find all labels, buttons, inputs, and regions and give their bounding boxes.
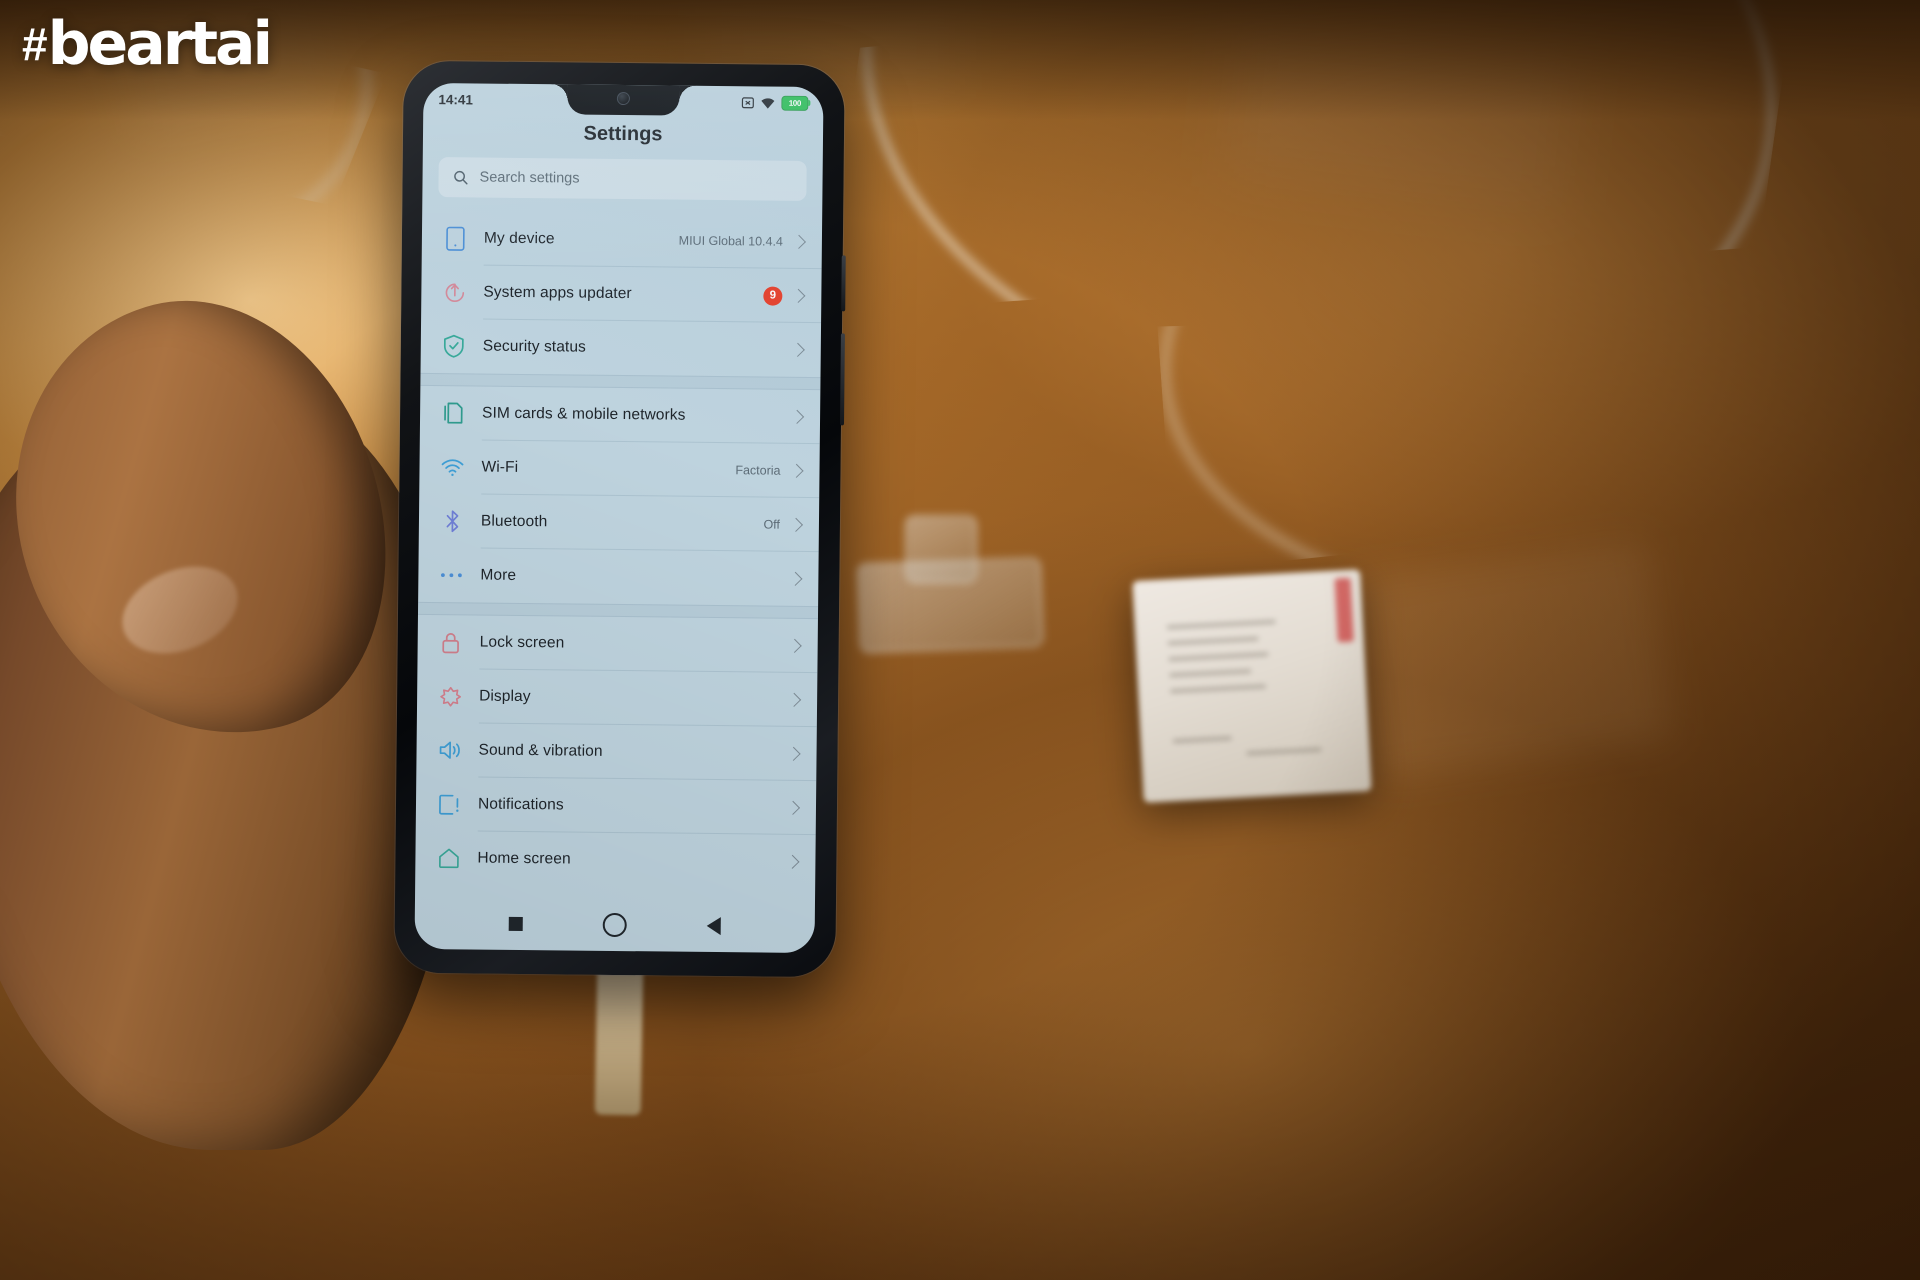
- charging-cable: [594, 964, 644, 1116]
- row-label: My device: [483, 229, 555, 248]
- settings-row-security-status[interactable]: Security status: [421, 319, 822, 377]
- settings-row-display[interactable]: Display: [417, 669, 818, 728]
- row-label: Display: [479, 687, 531, 706]
- chevron-right-icon: [791, 234, 806, 249]
- row-label: Bluetooth: [480, 512, 548, 531]
- notifications-icon: [436, 791, 462, 817]
- home-icon: [435, 845, 461, 871]
- row-label: Sound & vibration: [478, 741, 603, 760]
- status-time: 14:41: [438, 91, 473, 107]
- row-value: MIUI Global 10.4.4: [678, 233, 783, 249]
- smartphone-device: 14:41 100 Settings Search settings My de…: [394, 60, 846, 978]
- wifi-icon: [439, 454, 465, 480]
- settings-group: Lock screen Display Sound & vibration No…: [415, 615, 818, 889]
- watermark-text: beartai: [47, 9, 273, 79]
- power-button[interactable]: [841, 255, 846, 312]
- hash-glyph: #: [22, 18, 48, 70]
- update-count-badge: 9: [763, 285, 783, 306]
- chevron-right-icon: [788, 517, 804, 532]
- bluetooth-icon: [439, 508, 465, 534]
- settings-row-wifi[interactable]: Wi-Fi Factoria: [419, 440, 820, 499]
- row-label: Security status: [482, 337, 587, 356]
- wifi-icon: [761, 97, 775, 109]
- chevron-right-icon: [789, 463, 804, 478]
- sim-cards-icon: [440, 400, 466, 426]
- settings-row-bluetooth[interactable]: Bluetooth Off: [419, 494, 820, 553]
- display-notch: [567, 84, 680, 116]
- settings-row-sound-vibration[interactable]: Sound & vibration: [416, 723, 817, 782]
- search-input[interactable]: Search settings: [438, 157, 807, 201]
- settings-row-lock-screen[interactable]: Lock screen: [417, 615, 818, 674]
- settings-row-my-device[interactable]: My device MIUI Global 10.4.4: [422, 211, 823, 270]
- settings-row-system-apps-updater[interactable]: System apps updater 9: [421, 265, 822, 324]
- shield-check-icon: [441, 333, 467, 359]
- settings-row-more[interactable]: More: [418, 548, 819, 606]
- row-label: Notifications: [477, 795, 564, 814]
- settings-row-sim-cards[interactable]: SIM cards & mobile networks: [420, 386, 821, 445]
- chevron-right-icon: [791, 288, 806, 303]
- phone-outline-icon: [442, 225, 468, 251]
- more-dots-icon: [438, 562, 464, 588]
- nav-home-button[interactable]: [602, 912, 627, 938]
- settings-row-notifications[interactable]: Notifications: [416, 777, 817, 836]
- front-camera-icon: [616, 91, 630, 106]
- brightness-icon: [437, 683, 463, 709]
- row-label: System apps updater: [483, 283, 632, 303]
- status-icons: 100: [741, 95, 809, 111]
- row-label: Home screen: [477, 849, 571, 868]
- nav-back-button[interactable]: [706, 916, 721, 936]
- settings-group: SIM cards & mobile networks Wi-Fi Factor…: [418, 386, 820, 606]
- settings-list[interactable]: My device MIUI Global 10.4.4 System apps…: [415, 211, 822, 901]
- lock-icon: [438, 629, 464, 655]
- row-value: Off: [763, 517, 781, 532]
- background-scene: [0, 0, 1920, 1280]
- navigation-bar[interactable]: [414, 897, 815, 953]
- row-value: Factoria: [735, 463, 781, 478]
- row-label: SIM cards & mobile networks: [482, 404, 686, 424]
- phone-screen: 14:41 100 Settings Search settings My de…: [414, 82, 824, 954]
- no-sim-icon: [741, 96, 754, 108]
- settings-group: My device MIUI Global 10.4.4 System apps…: [421, 211, 823, 377]
- settings-row-home-screen[interactable]: Home screen: [415, 831, 816, 889]
- sound-icon: [436, 737, 462, 763]
- row-label: More: [480, 566, 517, 584]
- search-placeholder: Search settings: [479, 169, 580, 187]
- page-title: Settings: [583, 122, 663, 146]
- row-label: Lock screen: [479, 633, 565, 652]
- row-label: Wi-Fi: [481, 458, 519, 476]
- nav-recents-button[interactable]: [508, 916, 523, 932]
- battery-indicator: 100: [781, 95, 809, 111]
- beartai-watermark: # beartai: [22, 9, 273, 79]
- update-arrow-icon: [441, 279, 467, 305]
- vignette: [0, 0, 1920, 1280]
- search-icon: [454, 170, 468, 185]
